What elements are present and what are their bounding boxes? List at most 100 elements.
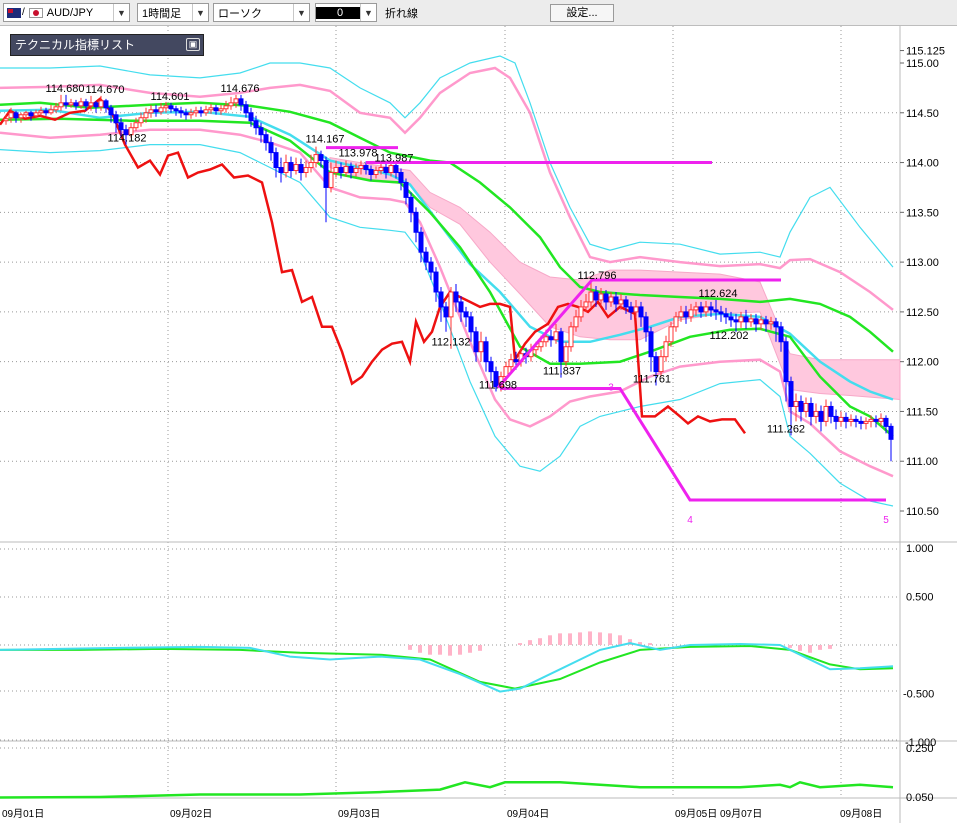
candle-body — [773, 321, 779, 328]
candle-body — [698, 306, 704, 313]
date-label: 09月03日 — [338, 808, 380, 820]
candle-body — [278, 167, 284, 174]
chevron-down-icon[interactable]: ▼ — [113, 4, 129, 21]
timeframe-select[interactable]: 1時間足 ▼ — [137, 3, 209, 22]
candle-body — [88, 102, 94, 107]
macd-histogram-bar — [528, 640, 532, 645]
candle-body — [783, 341, 789, 383]
candle-body — [478, 341, 484, 353]
candle-body — [413, 211, 419, 233]
chart-style-select[interactable]: ローソク ▼ — [213, 3, 310, 22]
price-annotation: 114.676 — [221, 83, 260, 95]
line-type-label: 折れ線 — [385, 7, 418, 20]
line-type-select[interactable]: 折れ線 — [380, 3, 540, 22]
candle-body — [188, 112, 194, 116]
candle-body — [638, 306, 644, 318]
candle-body — [703, 306, 709, 313]
adx-tick-label: 0.050 — [906, 792, 934, 804]
candle-body — [248, 112, 254, 122]
candle-body — [243, 104, 249, 114]
candle-body — [593, 291, 599, 301]
candle-body — [443, 306, 449, 318]
candle-body — [233, 98, 239, 104]
candle-body — [763, 319, 769, 325]
chevron-down-icon[interactable]: ▼ — [360, 4, 376, 21]
candle-body — [253, 120, 259, 129]
candle-body — [673, 316, 679, 328]
candle-body — [28, 112, 34, 117]
macd-tick-label: -0.500 — [903, 689, 934, 701]
candle-body — [178, 110, 184, 114]
macd-histogram-bar — [558, 633, 562, 645]
macd-histogram-bar — [618, 635, 622, 645]
candle-body — [643, 316, 649, 333]
candle-body — [378, 167, 384, 172]
candle-body — [558, 331, 564, 363]
bollinger-upper-line — [0, 66, 894, 311]
chevron-down-icon[interactable]: ▼ — [192, 4, 208, 21]
candle-body — [738, 316, 744, 323]
date-label: 09月05日 — [675, 808, 717, 820]
price-tick-label: 112.00 — [906, 357, 939, 369]
candle-body — [873, 418, 879, 422]
candle-body — [108, 107, 114, 116]
timeframe-label: 1時間足 — [142, 7, 182, 20]
price-annotation: 114.167 — [306, 134, 345, 146]
candle-body — [788, 381, 794, 407]
macd-tick-label: 0.500 — [906, 592, 934, 604]
candle-body — [298, 164, 304, 174]
chevron-down-icon[interactable]: ▼ — [293, 4, 309, 21]
price-annotation: 112.624 — [699, 288, 738, 300]
candle-body — [208, 107, 214, 111]
candle-body — [633, 306, 639, 313]
candle-body — [723, 313, 729, 318]
price-annotation: 111.262 — [767, 423, 805, 435]
candle-body — [768, 321, 774, 325]
candle-body — [618, 299, 624, 305]
candle-body — [848, 418, 854, 422]
macd-histogram-bar — [448, 645, 452, 656]
price-axis: 115.125115.00 114.50 114.00 113.50 113.00 112… — [900, 46, 945, 518]
candle-body — [103, 100, 109, 109]
candle-body — [48, 109, 54, 114]
wave-label: 3 — [608, 383, 614, 394]
candle-body — [133, 122, 139, 129]
candle-body — [393, 165, 399, 174]
candle-body — [538, 341, 544, 348]
candle-body — [658, 356, 664, 373]
candle-body — [458, 301, 464, 313]
candle-body — [388, 165, 394, 174]
price-annotation: 114.601 — [151, 91, 190, 103]
restore-icon[interactable]: ▣ — [186, 38, 200, 51]
candle-body — [168, 105, 174, 110]
adx-line — [0, 780, 894, 799]
candle-body — [708, 306, 714, 311]
value-select[interactable]: 0 ▼ — [315, 3, 377, 22]
candle-body — [508, 359, 514, 368]
candle-body — [468, 316, 474, 333]
candle-body — [678, 311, 684, 318]
price-chart[interactable]: 3 4 5 114.680 114.670 114.601 114.676 114.182 1… — [0, 26, 957, 823]
indicator-list-panel[interactable]: テクニカル指標リスト ▣ — [10, 34, 204, 56]
currency-pair-select[interactable]: / AUD/JPY ▼ — [3, 3, 130, 22]
candle-body — [338, 167, 344, 174]
candle-body — [603, 293, 609, 303]
price-annotation: 114.680 — [46, 83, 85, 95]
settings-button[interactable]: 設定... — [550, 4, 614, 22]
candle-body — [688, 309, 694, 318]
price-annotation: 112.132 — [432, 337, 471, 349]
candle-body — [663, 341, 669, 358]
price-annotation: 111.761 — [633, 374, 671, 386]
candle-body — [223, 105, 229, 110]
candle-body — [648, 331, 654, 358]
candle-body — [68, 102, 74, 106]
candle-body — [778, 326, 784, 343]
date-label: 09月08日 — [840, 808, 882, 820]
moving-averages — [0, 101, 894, 438]
candle-body — [543, 336, 549, 343]
macd-histogram-bar — [428, 645, 432, 655]
candle-body — [158, 107, 164, 113]
price-tick-label: 112.50 — [906, 307, 939, 319]
candle-body — [283, 162, 289, 174]
candle-body — [38, 110, 44, 114]
